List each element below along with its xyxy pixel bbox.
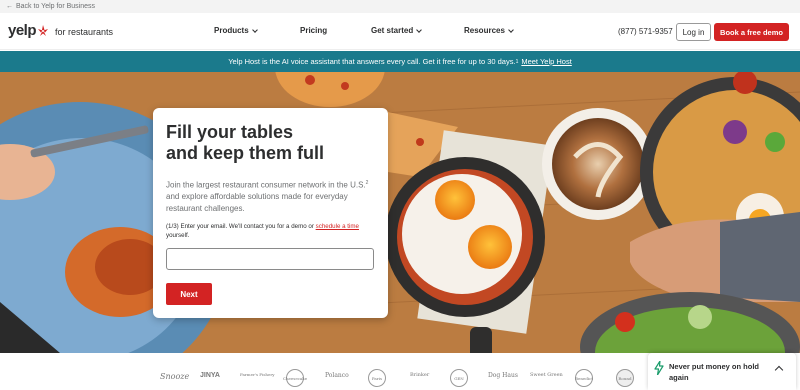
promo-toast[interactable]: Never put money on hold again — [648, 353, 796, 390]
hero-title-line2: and keep them full — [166, 143, 325, 163]
brand-logo-farmers: Farmer's Fishery — [240, 372, 275, 377]
nav-products-label: Products — [214, 26, 249, 35]
lead-form-card: Fill your tables and keep them full Join… — [153, 108, 388, 318]
nav-resources[interactable]: Resources — [464, 26, 514, 35]
chevron-down-icon — [416, 26, 423, 33]
book-demo-button[interactable]: Book a free demo — [714, 23, 789, 41]
brand-logo-benedict: Benedict — [575, 369, 593, 387]
toast-message: Never put money on hold again — [669, 362, 760, 382]
back-to-business-link[interactable]: Back to Yelp for Business — [16, 3, 95, 10]
brand-logo-cheesecake: Cheesecake — [283, 369, 307, 387]
hero-description-text: Join the largest restaurant consumer net… — [166, 180, 366, 190]
step-text-2: yourself. — [166, 231, 190, 239]
lightning-bolt-icon — [654, 361, 664, 375]
brand-logo-snooze: Snooze — [160, 372, 190, 381]
brand-logo-paris: Paris — [368, 369, 386, 387]
nav-products[interactable]: Products — [214, 26, 258, 35]
brand-logo-sweetgreen: Sweet Green — [530, 372, 563, 378]
logo-wordmark: yelp — [8, 22, 37, 39]
hero-description: Join the largest restaurant consumer net… — [166, 178, 375, 214]
back-to-business-bar[interactable]: ← Back to Yelp for Business — [0, 0, 800, 13]
logo-subtitle: for restaurants — [55, 27, 114, 37]
chevron-up-icon[interactable] — [774, 365, 784, 375]
schedule-time-link[interactable]: schedule a time — [316, 223, 359, 230]
nav-pricing-label: Pricing — [300, 26, 328, 35]
meet-yelp-host-link[interactable]: Meet Yelp Host — [521, 57, 571, 66]
form-step-instructions: (1/3) Enter your email. We'll contact yo… — [166, 223, 375, 240]
banner-text: Yelp Host is the AI voice assistant that… — [228, 57, 516, 66]
food-table-image — [0, 72, 800, 353]
chevron-down-icon — [251, 26, 258, 33]
hero-description-text-2: and explore affordable solutions made fo… — [166, 192, 348, 213]
email-input[interactable] — [166, 248, 374, 271]
banner-footnote: 1 — [515, 58, 519, 65]
brand-logo-gen: GEN — [450, 369, 468, 387]
step-text: (1/3) Enter your email. We'll contact yo… — [166, 223, 316, 231]
phone-number-link[interactable]: (877) 571-9357 — [618, 27, 673, 36]
brand-logo-brinker: Brinker — [410, 372, 430, 378]
nav-pricing[interactable]: Pricing — [300, 26, 327, 35]
nav-get-started-label: Get started — [371, 26, 414, 35]
main-nav: yelp for restaurants Products Pricing Ge… — [0, 13, 800, 50]
yelp-logo[interactable]: yelp for restaurants — [8, 22, 113, 39]
brand-logo-doghaus: Dog Haus — [488, 372, 518, 379]
hero-background — [0, 72, 800, 353]
arrow-left-icon: ← — [6, 3, 13, 10]
yelp-host-banner: Yelp Host is the AI voice assistant that… — [0, 51, 800, 72]
hero-description-footnote: 2 — [365, 180, 369, 186]
hero-title: Fill your tables and keep them full — [166, 122, 375, 164]
brand-logo-jinya: JINYA — [200, 372, 220, 379]
brand-logo-round: Round — [616, 369, 634, 387]
brand-logo-polanco: Polanco — [325, 372, 349, 379]
hero-title-line1: Fill your tables — [166, 122, 294, 142]
chevron-down-icon — [508, 26, 514, 33]
nav-get-started[interactable]: Get started — [371, 26, 423, 35]
yelp-burst-icon — [38, 24, 49, 36]
nav-resources-label: Resources — [464, 26, 505, 35]
login-button[interactable]: Log in — [676, 23, 711, 41]
next-button[interactable]: Next — [166, 283, 212, 306]
